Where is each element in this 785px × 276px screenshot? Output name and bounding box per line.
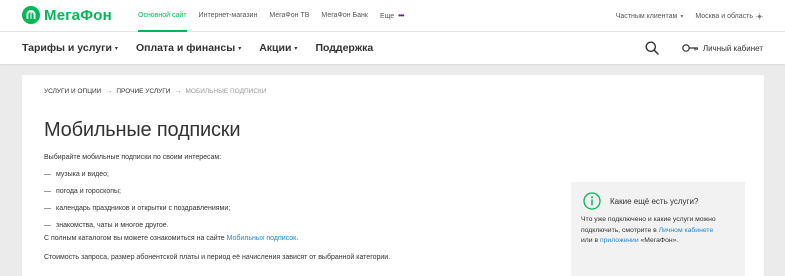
- megafon-logo[interactable]: МегаФон: [22, 6, 112, 24]
- breadcrumb-other-services[interactable]: Прочие услуги: [116, 88, 170, 95]
- region-selector[interactable]: Москва и область: [695, 13, 763, 20]
- logo-text: МегаФон: [44, 6, 112, 24]
- top-nav: Основной сайт Интернет-магазин МегаФон Т…: [138, 0, 416, 32]
- intro-text: Выбирайте мобильные подписки по своим ин…: [44, 154, 222, 161]
- menu-tariffs-label: Тарифы и услуги: [22, 42, 112, 54]
- aside-line-1: Что уже подключено и какие услуги можно: [581, 216, 716, 223]
- catalog-paragraph: С полным каталогом вы можете ознакомитьс…: [44, 235, 298, 242]
- other-services-panel: Какие ещё есть услуги? Что уже подключен…: [571, 182, 745, 276]
- main-menu: Тарифы и услуги ▾ Оплата и финансы ▾ Акц…: [22, 32, 391, 64]
- megafon-logo-icon: [22, 6, 40, 24]
- menu-promotions[interactable]: Акции ▾: [259, 42, 297, 54]
- top-nav-main-site[interactable]: Основной сайт: [138, 0, 187, 32]
- clients-label: Частным клиентам: [615, 12, 678, 20]
- aside-line-3-end: «МегаФон».: [638, 237, 679, 244]
- aside-line-3-text: или в: [581, 237, 600, 244]
- personal-account-inline-link[interactable]: Личном кабинете: [659, 227, 714, 234]
- menu-promotions-label: Акции: [259, 42, 292, 54]
- more-dots-icon: •••: [398, 11, 404, 20]
- top-right-controls: Частным клиентам ▾ Москва и область: [616, 0, 763, 32]
- catalog-end: .: [296, 235, 299, 242]
- list-dash: —: [44, 188, 51, 195]
- chevron-down-icon: ▾: [680, 13, 684, 20]
- more-label: Еще: [379, 13, 395, 20]
- list-item-text: календарь праздников и открытки с поздра…: [56, 205, 231, 212]
- list-dash: —: [44, 205, 51, 212]
- account-label: Личный кабинет: [702, 43, 763, 53]
- top-bar: МегаФон Основной сайт Интернет-магазин М…: [0, 0, 785, 32]
- list-item: — музыка и видео;: [44, 171, 230, 188]
- aside-line-3: или в приложении «МегаФон».: [581, 236, 741, 247]
- aside-text: Что уже подключено и какие услуги можно …: [581, 215, 741, 247]
- search-icon: [645, 41, 659, 55]
- personal-account-link[interactable]: Личный кабинет: [682, 32, 763, 64]
- location-icon: [756, 12, 763, 20]
- top-nav-megafon-tv[interactable]: МегаФон ТВ: [269, 0, 309, 32]
- key-icon: [682, 44, 698, 52]
- menu-payments-label: Оплата и финансы: [135, 42, 236, 54]
- top-nav-megafon-bank[interactable]: МегаФон Банк: [321, 0, 368, 32]
- catalog-text: С полным каталогом вы можете ознакомитьс…: [44, 235, 227, 242]
- breadcrumb-current: Мобильные подписки: [185, 88, 267, 95]
- top-nav-online-store[interactable]: Интернет-магазин: [199, 0, 258, 32]
- cost-text: Стоимость запроса, размер абонентской пл…: [44, 254, 391, 261]
- region-label: Москва и область: [695, 12, 753, 20]
- interests-list: — музыка и видео; — погода и гороскопы; — к…: [44, 171, 230, 239]
- list-item-text: погода и гороскопы;: [56, 188, 121, 195]
- list-dash: —: [44, 171, 51, 178]
- main-nav: Тарифы и услуги ▾ Оплата и финансы ▾ Акц…: [0, 32, 785, 64]
- clients-selector[interactable]: Частным клиентам ▾: [616, 13, 684, 20]
- menu-tariffs[interactable]: Тарифы и услуги ▾: [22, 42, 118, 54]
- list-dash: —: [44, 222, 51, 229]
- aside-line-2: подключить, смотрите в Личном кабинете: [581, 226, 741, 237]
- content-card: Услуги и опции → Прочие услуги → Мобильн…: [22, 75, 764, 276]
- info-icon: [583, 192, 601, 210]
- list-item-text: музыка и видео;: [56, 171, 109, 178]
- aside-line-2-text: подключить, смотрите в: [581, 226, 659, 234]
- arrow-right-icon: →: [105, 88, 113, 95]
- arrow-right-icon: →: [174, 88, 182, 95]
- mobile-subscriptions-link[interactable]: Мобильных подписок: [227, 235, 297, 242]
- list-item-text: знакомства, чаты и многое другое.: [56, 222, 169, 229]
- top-nav-more[interactable]: Еще •••: [379, 0, 405, 32]
- search-button[interactable]: [645, 41, 659, 55]
- caret-down-icon: ▾: [294, 45, 298, 52]
- menu-payments[interactable]: Оплата и финансы ▾: [136, 42, 241, 54]
- page-title: Мобильные подписки: [44, 119, 241, 141]
- breadcrumb: Услуги и опции → Прочие услуги → Мобильн…: [44, 88, 267, 95]
- list-item: — календарь праздников и открытки с поздр…: [44, 205, 230, 222]
- caret-down-icon: ▾: [114, 45, 118, 52]
- caret-down-icon: ▾: [238, 45, 242, 52]
- menu-support-label: Поддержка: [315, 42, 374, 54]
- menu-support[interactable]: Поддержка: [315, 42, 373, 54]
- aside-title: Какие ещё есть услуги?: [610, 197, 699, 206]
- breadcrumb-services[interactable]: Услуги и опции: [44, 88, 101, 95]
- list-item: — погода и гороскопы;: [44, 188, 230, 205]
- app-link[interactable]: приложении: [600, 237, 639, 244]
